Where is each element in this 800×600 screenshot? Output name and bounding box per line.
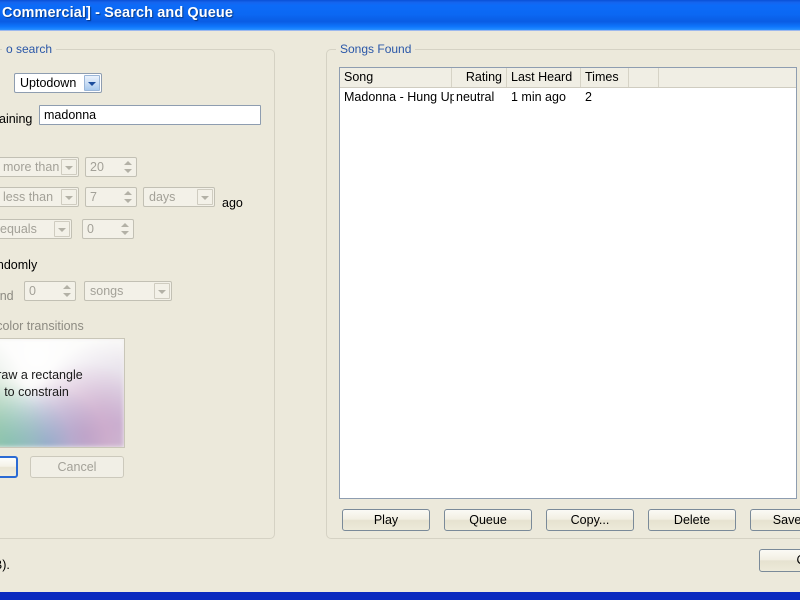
color-picker-hint: draw a rectangle to constrain (0, 367, 124, 401)
rating-value-stepper[interactable]: 20 (85, 157, 137, 177)
smooth-color-checkbox-label[interactable]: mooth color transitions (0, 319, 84, 333)
column-header-rating[interactable]: Rating (452, 68, 507, 87)
window-bottom-border (0, 592, 800, 600)
column-header-song[interactable]: Song (340, 68, 452, 87)
stop-count-value: 0 (29, 284, 36, 298)
cell-rating: neutral (456, 90, 495, 104)
stop-unit-combo[interactable]: songs (84, 281, 172, 301)
cell-song: Madonna - Hung Up (344, 90, 454, 104)
chevron-down-icon[interactable] (54, 221, 70, 237)
status-text: ong (5MB). (0, 558, 10, 572)
column-header-spacer (629, 68, 659, 87)
dialog-client-area: o search list Uptodown ne containing mad… (0, 31, 800, 592)
stop-when-found-label[interactable]: hen found (0, 289, 14, 303)
heard-operator-combo[interactable]: less than (0, 187, 79, 207)
playlist-combo[interactable]: Uptodown (14, 73, 102, 93)
times-operator-combo[interactable]: equals (0, 219, 72, 239)
close-button[interactable]: C (759, 549, 800, 572)
heard-unit-combo[interactable]: days (143, 187, 215, 207)
songs-list[interactable]: Song Rating Last Heard Times Madonna - H… (339, 67, 797, 499)
cancel-button[interactable]: Cancel (30, 456, 124, 478)
copy-button[interactable]: Copy... (546, 509, 634, 531)
stop-count-stepper[interactable]: 0 (24, 281, 76, 301)
stepper-arrows-icon[interactable] (61, 283, 73, 299)
name-containing-value: madonna (44, 108, 97, 122)
name-containing-label: ne containing (0, 112, 33, 126)
play-button[interactable]: Play (342, 509, 430, 531)
heard-unit-value: days (149, 190, 176, 204)
cell-times: 2 (585, 90, 592, 104)
queue-button[interactable]: Queue (444, 509, 532, 531)
search-randomly-checkbox-label[interactable]: arch randomly (0, 258, 37, 272)
songs-list-header: Song Rating Last Heard Times (340, 68, 796, 88)
column-header-last-heard[interactable]: Last Heard (507, 68, 581, 87)
cell-last-heard: 1 min ago (511, 90, 566, 104)
heard-value: 7 (90, 190, 97, 204)
chevron-down-icon[interactable] (61, 159, 77, 175)
stepper-arrows-icon[interactable] (122, 189, 134, 205)
rating-operator-combo[interactable]: more than (0, 157, 79, 177)
search-group-title: o search (2, 42, 57, 56)
heard-value-stepper[interactable]: 7 (85, 187, 137, 207)
rating-operator-value: more than (3, 160, 60, 174)
chevron-down-icon[interactable] (197, 189, 213, 205)
times-operator-value: equals (0, 222, 37, 236)
chevron-down-icon[interactable] (154, 283, 170, 299)
name-containing-input[interactable]: madonna (39, 105, 261, 125)
delete-button[interactable]: Delete (648, 509, 736, 531)
save-m3u-button[interactable]: Save M (750, 509, 800, 531)
screenshot-root: Commercial] - Search and Queue o search … (0, 0, 800, 600)
column-header-times[interactable]: Times (581, 68, 629, 87)
stepper-arrows-icon[interactable] (119, 221, 131, 237)
window-title: Commercial] - Search and Queue (2, 5, 234, 21)
songs-group-title: Songs Found (336, 42, 416, 56)
times-value-stepper[interactable]: 0 (82, 219, 134, 239)
color-picker-hint-line1: draw a rectangle (0, 368, 83, 382)
title-bar[interactable]: Commercial] - Search and Queue (0, 0, 800, 31)
rating-value: 20 (90, 160, 104, 174)
heard-suffix-label: ago (222, 196, 243, 210)
table-row[interactable]: Madonna - Hung Up neutral 1 min ago 2 (340, 88, 796, 106)
search-button[interactable]: earch (0, 456, 18, 478)
color-picker-hint-line2: to constrain (4, 385, 69, 399)
chevron-down-icon[interactable] (61, 189, 77, 205)
chevron-down-icon[interactable] (84, 75, 100, 91)
stop-unit-value: songs (90, 284, 124, 298)
color-constraint-picker[interactable]: draw a rectangle to constrain (0, 338, 125, 448)
stepper-arrows-icon[interactable] (122, 159, 134, 175)
dialog-window: Commercial] - Search and Queue o search … (0, 0, 800, 592)
playlist-combo-value: Uptodown (20, 76, 77, 90)
heard-operator-value: less than (3, 190, 54, 204)
times-value: 0 (87, 222, 94, 236)
